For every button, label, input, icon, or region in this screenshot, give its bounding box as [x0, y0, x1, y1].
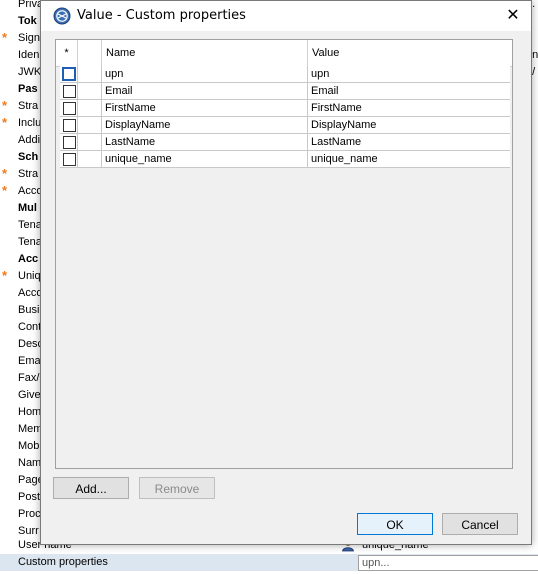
table-row[interactable]: DisplayName DisplayName: [60, 117, 510, 134]
cancel-button[interactable]: Cancel: [442, 513, 518, 535]
row-spacer-cell: [78, 66, 102, 82]
required-star-icon: *: [2, 98, 8, 113]
row-checkbox[interactable]: [63, 102, 76, 115]
app-logo-icon: [53, 7, 71, 25]
row-checkbox[interactable]: [63, 85, 76, 98]
required-star-icon: *: [2, 268, 8, 283]
column-header-star: *: [56, 40, 78, 66]
table-row[interactable]: FirstName FirstName: [60, 100, 510, 117]
table-row[interactable]: Email Email: [60, 83, 510, 100]
cell-value[interactable]: LastName: [308, 134, 510, 150]
custom-properties-value-field[interactable]: upn...: [358, 555, 538, 571]
dialog-title: Value - Custom properties: [77, 8, 246, 23]
cell-value[interactable]: unique_name: [308, 151, 510, 167]
dialog-titlebar: Value - Custom properties ✕: [41, 1, 531, 31]
column-header-value[interactable]: Value: [308, 40, 512, 66]
cell-name[interactable]: upn: [102, 66, 308, 82]
cell-value[interactable]: FirstName: [308, 100, 510, 116]
required-star-icon: *: [2, 115, 8, 130]
row-spacer-cell: [78, 151, 102, 167]
property-label: Custom properties: [18, 556, 108, 568]
table-row[interactable]: upn upn: [60, 66, 510, 83]
row-select-cell[interactable]: [60, 117, 78, 133]
required-star-icon: *: [2, 166, 8, 181]
row-checkbox[interactable]: [63, 153, 76, 166]
row-select-cell[interactable]: [60, 151, 78, 167]
property-row-custom-properties[interactable]: Custom properties upn...: [0, 554, 538, 571]
row-spacer-cell: [78, 134, 102, 150]
cell-name[interactable]: FirstName: [102, 100, 308, 116]
grid-header: * Name Value: [56, 40, 512, 67]
column-header-spacer: [78, 40, 102, 66]
cell-value[interactable]: DisplayName: [308, 117, 510, 133]
cell-name[interactable]: LastName: [102, 134, 308, 150]
row-checkbox[interactable]: [63, 119, 76, 132]
row-checkbox[interactable]: [62, 67, 76, 81]
row-spacer-cell: [78, 83, 102, 99]
ok-button[interactable]: OK: [357, 513, 433, 535]
table-row[interactable]: unique_name unique_name: [60, 151, 510, 168]
remove-button[interactable]: Remove: [139, 477, 215, 499]
row-spacer-cell: [78, 117, 102, 133]
table-row[interactable]: LastName LastName: [60, 134, 510, 151]
add-button[interactable]: Add...: [53, 477, 129, 499]
cell-name[interactable]: DisplayName: [102, 117, 308, 133]
row-select-cell[interactable]: [60, 134, 78, 150]
row-checkbox[interactable]: [63, 136, 76, 149]
close-icon: ✕: [506, 7, 520, 24]
cell-name[interactable]: Email: [102, 83, 308, 99]
column-header-name[interactable]: Name: [102, 40, 308, 66]
row-spacer-cell: [78, 100, 102, 116]
row-select-cell[interactable]: [60, 66, 78, 82]
required-star-icon: *: [2, 30, 8, 45]
cell-name[interactable]: unique_name: [102, 151, 308, 167]
required-star-icon: *: [2, 183, 8, 198]
close-button[interactable]: ✕: [495, 1, 531, 31]
cell-value[interactable]: upn: [308, 66, 510, 82]
custom-properties-grid: * Name Value upn upn Email Email FirstName Fi…: [55, 39, 513, 469]
row-select-cell[interactable]: [60, 100, 78, 116]
row-select-cell[interactable]: [60, 83, 78, 99]
cell-value[interactable]: Email: [308, 83, 510, 99]
custom-properties-dialog: Value - Custom properties ✕ * Name Value…: [40, 0, 532, 545]
